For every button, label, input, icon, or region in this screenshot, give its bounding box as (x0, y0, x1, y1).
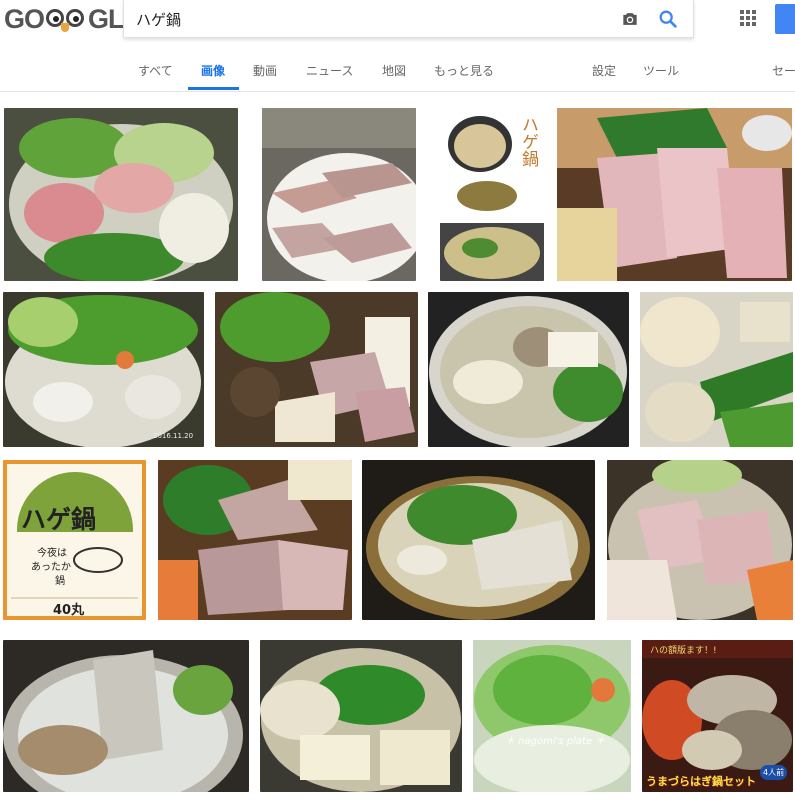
search-tabs: すべて 画像 動画 ニュース 地図 もっと見る 設定 ツール セー (0, 52, 795, 92)
image-result[interactable]: ハゲ鍋 今夜は あったか 鍋 40丸 (3, 460, 146, 620)
active-tab-indicator (188, 87, 239, 90)
image-result[interactable]: ＊ nagomi's plate ＊ (473, 640, 631, 792)
tab-tools[interactable]: ツール (643, 62, 679, 79)
owl-doodle-icon (44, 3, 88, 35)
tab-more[interactable]: もっと見る (434, 62, 494, 79)
sign-subtitle-1: 今夜は (37, 548, 67, 559)
photo-date-stamp: 2016.11.20 (153, 432, 194, 440)
sign-subtitle-2: あったか (31, 562, 71, 573)
sign-in-button[interactable] (775, 4, 795, 34)
banner-top-text: ハの額版ます！! (650, 646, 717, 656)
banner-bottom-text: うまづらはぎ鍋セット (646, 775, 756, 788)
image-watermark: ＊ nagomi's plate ＊ (505, 736, 606, 747)
image-result[interactable]: 2016.11.20 (3, 292, 204, 447)
image-result[interactable] (3, 640, 249, 792)
search-input[interactable] (136, 8, 596, 30)
tab-maps[interactable]: 地図 (382, 62, 406, 79)
image-results-grid: ハゲ鍋 2016.11.20 ハゲ鍋 今夜は あったか 鍋 40丸 ＊ nago… (0, 92, 795, 800)
image-result[interactable] (362, 460, 595, 620)
tab-all[interactable]: すべて (138, 62, 173, 79)
image-result[interactable] (557, 108, 792, 281)
image-result[interactable] (640, 292, 793, 447)
search-icon[interactable] (657, 8, 679, 30)
tab-settings[interactable]: 設定 (592, 62, 616, 79)
tab-news[interactable]: ニュース (306, 62, 353, 79)
image-result[interactable] (262, 108, 416, 281)
image-result[interactable] (4, 108, 238, 281)
sign-title: ハゲ鍋 (21, 505, 97, 534)
hage-nabe-label: ハゲ鍋 (518, 116, 538, 167)
image-result[interactable] (260, 640, 462, 792)
camera-icon[interactable] (620, 9, 640, 29)
search-box (123, 0, 694, 38)
image-result[interactable] (428, 292, 629, 447)
google-logo[interactable]: GO GLE (4, 2, 142, 36)
tab-videos[interactable]: 動画 (253, 62, 277, 79)
image-result[interactable] (158, 460, 352, 620)
apps-grid-icon[interactable] (740, 10, 756, 26)
sign-bottom-label: 40丸 (53, 603, 85, 618)
image-result[interactable] (215, 292, 418, 447)
tab-safesearch[interactable]: セー (772, 62, 795, 79)
image-result[interactable] (607, 460, 793, 620)
top-header: GO GLE すべて 画像 動画 ニュース 地図 もっと見る 設定 ツール セー (0, 0, 795, 92)
image-result[interactable]: ハの額版ます！! うまづらはぎ鍋セット 4人前 (642, 640, 793, 792)
tab-images[interactable]: 画像 (201, 62, 225, 79)
sign-subtitle-3: 鍋 (55, 576, 65, 587)
image-result[interactable]: ハゲ鍋 (440, 108, 544, 281)
banner-badge: 4人前 (760, 765, 788, 780)
